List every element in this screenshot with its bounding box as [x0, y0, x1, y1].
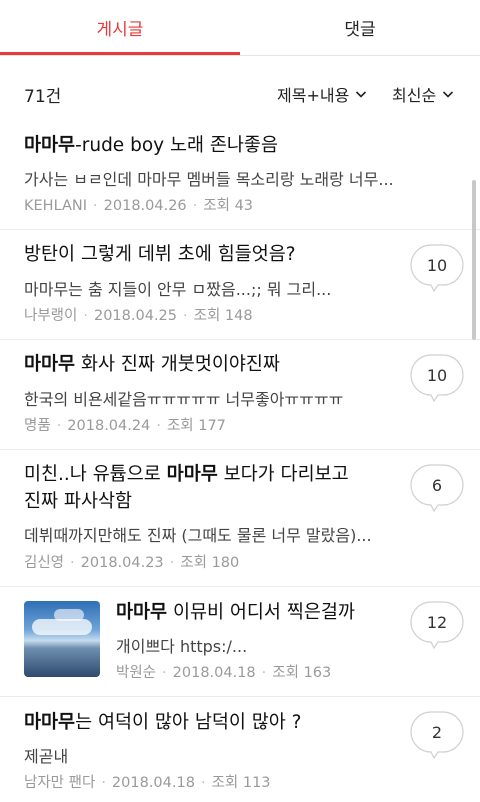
- post-title: 마마무-rude boy 노래 존나좋음: [24, 135, 278, 156]
- tab-comments[interactable]: 댓글: [240, 0, 480, 55]
- post-date: 2018.04.23: [80, 555, 164, 571]
- post-meta: KEHLANI · 2018.04.26 · 조회 43: [24, 198, 254, 214]
- post-meta: 명품 · 2018.04.24 · 조회 177: [24, 418, 226, 434]
- post-meta: 남자만 팬다 · 2018.04.18 · 조회 113: [24, 775, 271, 791]
- sort-dropdown[interactable]: 최신순: [392, 82, 454, 106]
- post-thumbnail: [24, 601, 100, 677]
- post-date: 2018.04.25: [93, 308, 178, 324]
- post-preview: 가사는 ㅂㄹ인데 마마무 멤버들 목소리랑 노래랑 너무...: [24, 170, 394, 189]
- post-meta: 나부랭이 · 2018.04.25 · 조회 148: [24, 308, 253, 324]
- post-author: 남자만 팬다: [24, 775, 96, 791]
- post-meta: 김신영 · 2018.04.23 · 조회 180: [24, 555, 240, 571]
- post-title: 미친..나 유튭으로 마마무 보다가 다리보고: [24, 464, 349, 485]
- chevron-down-icon: [355, 88, 367, 100]
- comment-count: 12: [426, 612, 448, 632]
- chevron-down-icon: [442, 88, 454, 100]
- comment-count: 10: [426, 365, 448, 385]
- tab-bar: 게시글 댓글: [0, 0, 480, 56]
- post-views: 조회 163: [272, 665, 332, 681]
- post-preview: 개이쁘다 https:/...: [116, 637, 248, 656]
- list-item[interactable]: 마마무 이뮤비 어디서 찍은걸까 개이쁘다 https:/... 박원순 · 201…: [0, 587, 480, 697]
- post-date: 2018.04.24: [67, 418, 151, 434]
- post-title: 마마무 화사 진짜 개붓멋이야진짜: [24, 354, 280, 375]
- search-scope-label: 제목+내용: [277, 86, 350, 105]
- post-author: 나부랭이: [24, 308, 78, 324]
- comment-count-bubble[interactable]: 2: [410, 711, 464, 760]
- post-title: 방탄이 그렇게 데뷔 초에 힘들엇음?: [24, 244, 296, 265]
- post-date: 2018.04.26: [103, 198, 187, 214]
- post-views: 조회 177: [166, 418, 226, 434]
- comment-count: 10: [426, 255, 448, 275]
- post-author: 명품: [24, 418, 51, 434]
- comment-count-bubble[interactable]: 12: [410, 601, 464, 650]
- post-meta: 박원순 · 2018.04.18 · 조회 163: [116, 665, 332, 681]
- post-views: 조회 148: [193, 308, 253, 324]
- list-item[interactable]: 미친..나 유튭으로 마마무 보다가 다리보고 진짜 파사삭함 데뷔때까지만해도…: [0, 450, 480, 587]
- post-author: 김신영: [24, 555, 65, 571]
- post-title: 마마무 이뮤비 어디서 찍은걸까: [116, 602, 355, 623]
- list-item[interactable]: 마마무-rude boy 노래 존나좋음 가사는 ㅂㄹ인데 마마무 멤버들 목소…: [0, 124, 480, 230]
- comment-count: 2: [431, 722, 443, 742]
- scrollbar[interactable]: [472, 180, 476, 340]
- post-preview: 제곧내: [24, 747, 69, 766]
- post-date: 2018.04.18: [172, 665, 256, 681]
- list-toolbar: 71건 제목+내용 최신순: [0, 56, 480, 124]
- comment-count-bubble[interactable]: 6: [410, 464, 464, 513]
- result-count: 71건: [24, 87, 62, 107]
- sort-label: 최신순: [392, 86, 437, 105]
- post-author: 박원순: [116, 665, 157, 681]
- active-tab-indicator: [0, 52, 240, 55]
- search-scope-dropdown[interactable]: 제목+내용: [277, 82, 367, 106]
- comment-count-bubble[interactable]: 10: [410, 244, 464, 293]
- post-title: 마마무는 여덕이 많아 남덕이 많아 ?: [24, 712, 302, 733]
- list-item[interactable]: 마마무는 여덕이 많아 남덕이 많아 ? 제곧내 남자만 팬다 · 2018.04.…: [0, 697, 480, 802]
- post-preview: 데뷔때까지만해도 진짜 (그때도 물론 너무 말랐음)...: [24, 526, 372, 545]
- post-preview: 한국의 비욘세같음ㅠㅠㅠㅠㅠ 너무좋아ㅠㅠㅠㅠ: [24, 390, 344, 409]
- list-item[interactable]: 마마무 화사 진짜 개붓멋이야진짜 한국의 비욘세같음ㅠㅠㅠㅠㅠ 너무좋아ㅠㅠㅠ…: [0, 340, 480, 450]
- list-item[interactable]: 방탄이 그렇게 데뷔 초에 힘들엇음? 마마무는 춤 지들이 안무 ㅁ짰음...…: [0, 230, 480, 340]
- comment-count: 6: [431, 475, 443, 495]
- post-date: 2018.04.18: [111, 775, 195, 791]
- post-author: KEHLANI: [24, 198, 88, 214]
- post-views: 조회 180: [180, 555, 240, 571]
- post-views: 조회 113: [211, 775, 271, 791]
- tab-posts[interactable]: 게시글: [0, 0, 240, 55]
- post-title-line2: 진짜 파사삭함: [24, 491, 133, 512]
- post-views: 조회 43: [203, 198, 254, 214]
- post-preview: 마마무는 춤 지들이 안무 ㅁ짰음...;; 뭐 그리...: [24, 280, 332, 299]
- comment-count-bubble[interactable]: 10: [410, 354, 464, 403]
